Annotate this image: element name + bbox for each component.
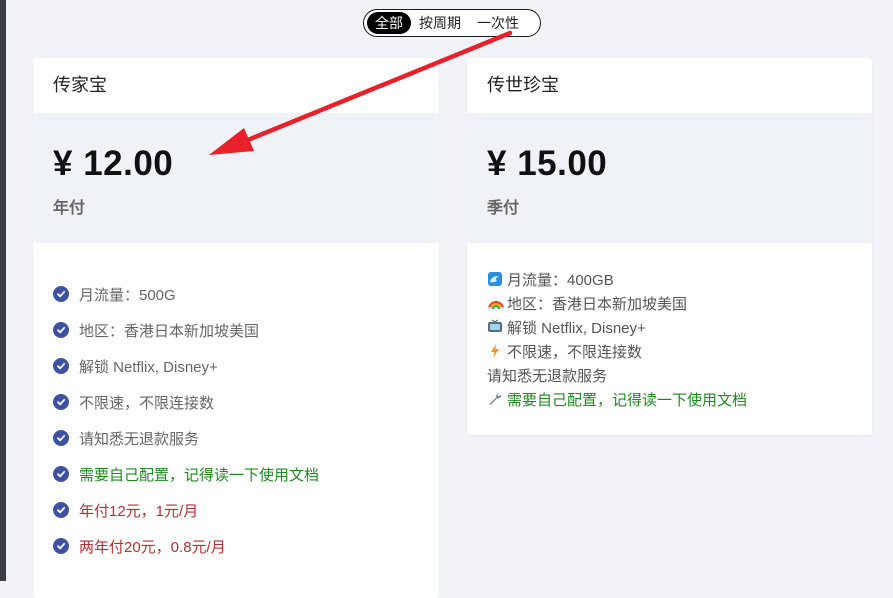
plan-period: 季付 (487, 200, 520, 217)
feature-text: 不限速，不限连接数 (79, 394, 215, 412)
check-circle-icon (53, 394, 69, 410)
description-line: 月流量：400GB (487, 267, 872, 291)
feature-item: 请知悉无退款服务 (53, 420, 439, 456)
check-circle-icon (53, 502, 69, 518)
rainbow-icon (487, 295, 504, 311)
description-line: 解锁 Netflix, Disney+ (487, 315, 872, 339)
description-text: 请知悉无退款服务 (487, 367, 608, 385)
feature-text: 请知悉无退款服务 (79, 430, 200, 448)
feature-text: 需要自己配置，记得读一下使用文档 (79, 466, 320, 484)
feature-item: 地区：香港日本新加坡美国 (53, 312, 439, 348)
price-block: ¥ 15.00 季付 (467, 113, 872, 243)
check-circle-icon (53, 430, 69, 446)
wave-icon (487, 271, 503, 287)
plan-card-chuanjiabao[interactable]: 传家宝 ¥ 12.00 年付 月流量：500G 地区：香港日本新加坡美国 解锁 … (33, 58, 439, 598)
description-text: 不限速，不限连接数 (507, 343, 643, 361)
description-text: 需要自己配置，记得读一下使用文档 (507, 391, 748, 409)
plan-title: 传世珍宝 (487, 75, 559, 95)
tab-periodic[interactable]: 按周期 (411, 12, 469, 34)
feature-item: 两年付20元，0.8元/月 (53, 528, 439, 564)
plan-title: 传家宝 (53, 75, 107, 95)
feature-text: 两年付20元，0.8元/月 (79, 538, 226, 556)
feature-text: 地区：香港日本新加坡美国 (79, 322, 260, 340)
check-circle-icon (53, 286, 69, 302)
description-text: 月流量：400GB (507, 271, 614, 289)
description-line: 不限速，不限连接数 (487, 339, 872, 363)
plan-price: ¥ 12.00 (53, 144, 174, 183)
feature-item: 需要自己配置，记得读一下使用文档 (53, 456, 439, 492)
wrench-icon (487, 391, 503, 407)
check-circle-icon (53, 322, 69, 338)
check-circle-icon (53, 538, 69, 554)
description-line: 地区：香港日本新加坡美国 (487, 291, 872, 315)
tab-one-time[interactable]: 一次性 (469, 12, 527, 34)
window-left-edge (0, 0, 6, 581)
description-text: 解锁 Netflix, Disney+ (507, 319, 646, 337)
plan-price: ¥ 15.00 (487, 144, 608, 183)
check-circle-icon (53, 358, 69, 374)
plan-period: 年付 (53, 200, 86, 217)
check-circle-icon (53, 466, 69, 482)
lightning-icon (487, 343, 503, 359)
feature-list: 月流量：500G 地区：香港日本新加坡美国 解锁 Netflix, Disney… (33, 243, 439, 564)
feature-text: 年付12元，1元/月 (79, 502, 199, 520)
description-line: 需要自己配置，记得读一下使用文档 (487, 387, 872, 411)
feature-text: 解锁 Netflix, Disney+ (79, 358, 218, 376)
feature-text: 月流量：500G (79, 286, 176, 304)
tv-icon (487, 319, 503, 335)
feature-item: 年付12元，1元/月 (53, 492, 439, 528)
feature-item: 不限速，不限连接数 (53, 384, 439, 420)
plan-description: 月流量：400GB 地区：香港日本新加坡美国 解锁 Netflix, Disne… (467, 243, 872, 411)
plan-card-chuanshizhenbao[interactable]: 传世珍宝 ¥ 15.00 季付 月流量：400GB 地区：香港日本新加坡美国 解… (467, 58, 872, 435)
description-text: 地区：香港日本新加坡美国 (507, 295, 688, 313)
price-block: ¥ 12.00 年付 (33, 113, 439, 243)
plan-filter-segmented: 全部 按周期 一次性 (363, 9, 541, 37)
feature-item: 解锁 Netflix, Disney+ (53, 348, 439, 384)
description-line: 请知悉无退款服务 (487, 363, 872, 387)
feature-item: 月流量：500G (53, 276, 439, 312)
tab-all[interactable]: 全部 (367, 12, 411, 34)
